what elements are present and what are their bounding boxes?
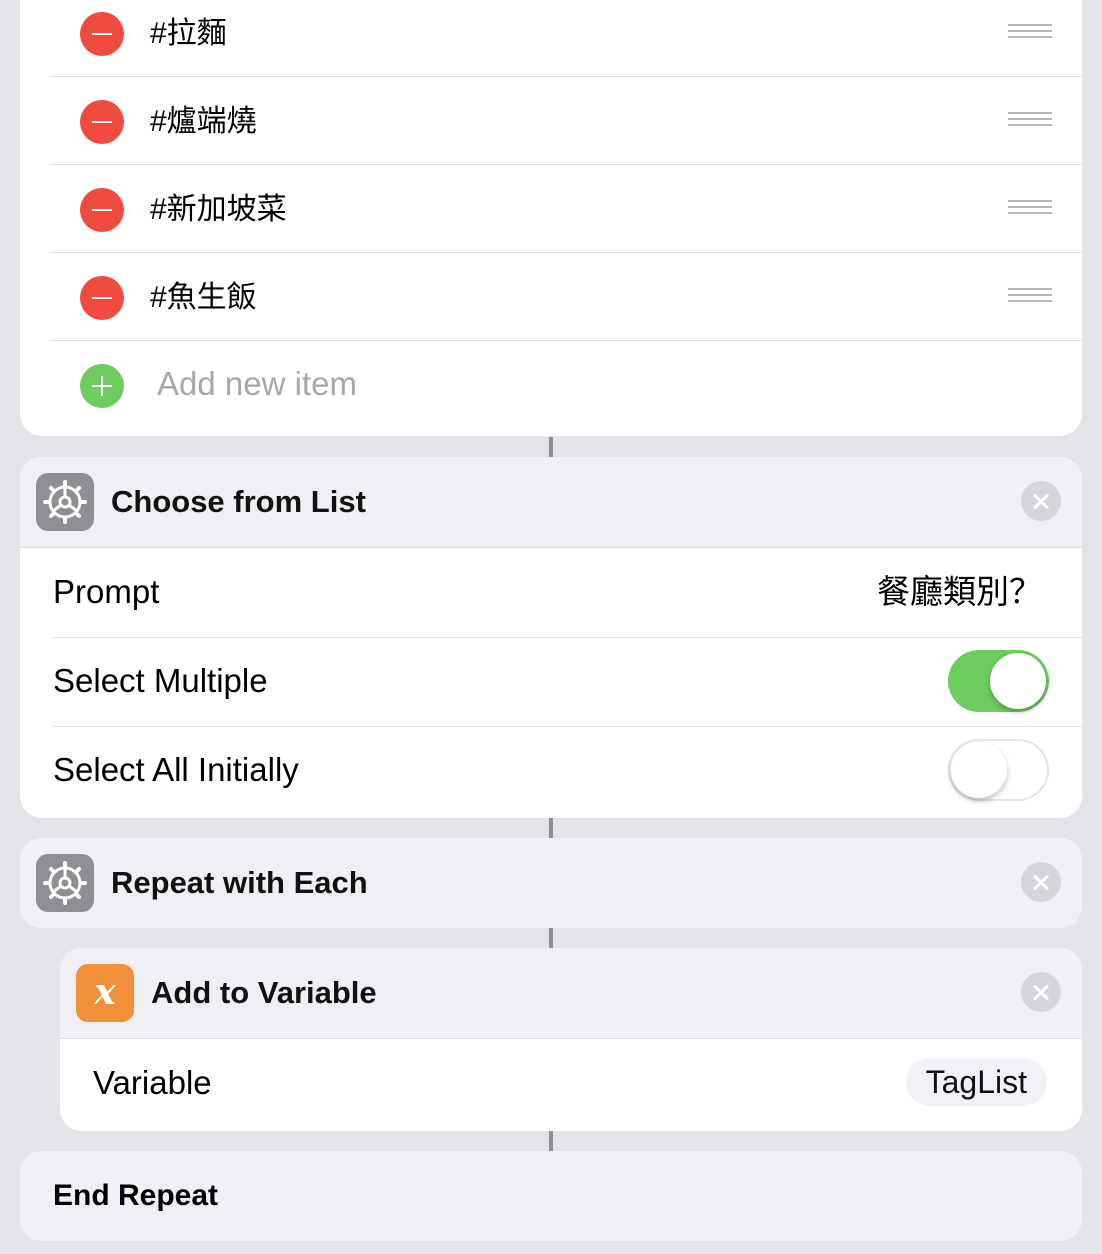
add-item-input[interactable]: Add new item bbox=[157, 362, 357, 406]
list-item[interactable]: #爐端燒 bbox=[50, 76, 1082, 165]
prompt-label: Prompt bbox=[53, 573, 160, 610]
action-title: Choose from List bbox=[111, 484, 366, 519]
gear-icon bbox=[36, 473, 94, 531]
remove-item-button[interactable] bbox=[80, 188, 124, 232]
reorder-grip-icon[interactable] bbox=[1008, 200, 1052, 216]
list-item-label: #新加坡菜 bbox=[150, 193, 287, 226]
action-header: Choose from List bbox=[20, 457, 1082, 548]
list-item[interactable]: #拉麵 bbox=[50, 0, 1082, 77]
toggle-knob bbox=[990, 653, 1046, 709]
variable-label: Variable bbox=[93, 1064, 212, 1101]
list-item-label: #爐端燒 bbox=[150, 105, 257, 138]
add-to-variable-action: x Add to Variable Variable TagList bbox=[60, 948, 1082, 1131]
select-all-label: Select All Initially bbox=[53, 751, 299, 788]
action-title: Repeat with Each bbox=[111, 865, 368, 900]
prompt-value[interactable]: 餐廳類別？ bbox=[877, 572, 1042, 612]
variable-row: Variable TagList bbox=[93, 1039, 1082, 1128]
remove-action-button[interactable] bbox=[1021, 481, 1061, 521]
flow-connector bbox=[549, 818, 553, 838]
end-repeat-action: End Repeat bbox=[20, 1151, 1082, 1241]
end-repeat-label: End Repeat bbox=[53, 1179, 219, 1212]
reorder-grip-icon[interactable] bbox=[1008, 112, 1052, 128]
action-title: Add to Variable bbox=[151, 975, 377, 1010]
list-item-label: #拉麵 bbox=[150, 17, 227, 50]
variable-glyph: x bbox=[94, 971, 116, 1013]
remove-action-button[interactable] bbox=[1021, 972, 1061, 1012]
select-all-toggle[interactable] bbox=[948, 739, 1049, 801]
select-multiple-toggle[interactable] bbox=[948, 650, 1049, 712]
prompt-row[interactable]: Prompt 餐廳類別？ bbox=[53, 548, 1082, 638]
reorder-grip-icon[interactable] bbox=[1008, 288, 1052, 304]
flow-connector bbox=[549, 437, 553, 457]
remove-item-button[interactable] bbox=[80, 12, 124, 56]
select-multiple-row: Select Multiple bbox=[53, 637, 1082, 727]
select-all-row: Select All Initially bbox=[53, 726, 1082, 815]
variable-token[interactable]: TagList bbox=[905, 1058, 1047, 1106]
toggle-knob bbox=[951, 742, 1007, 798]
reorder-grip-icon[interactable] bbox=[1008, 24, 1052, 40]
choose-from-list-action: Choose from List Prompt 餐廳類別？ Select Mul… bbox=[20, 457, 1082, 818]
action-header: x Add to Variable bbox=[60, 948, 1082, 1039]
action-header: Repeat with Each bbox=[20, 838, 1082, 928]
add-item-button[interactable] bbox=[80, 364, 124, 408]
list-item[interactable]: #魚生飯 bbox=[50, 252, 1082, 341]
gear-icon bbox=[36, 854, 94, 912]
remove-item-button[interactable] bbox=[80, 276, 124, 320]
remove-item-button[interactable] bbox=[80, 100, 124, 144]
flow-connector bbox=[549, 928, 553, 948]
select-multiple-label: Select Multiple bbox=[53, 662, 268, 699]
list-card: #拉麵 #爐端燒 #新加坡菜 #魚生飯 Add new item bbox=[20, 0, 1082, 436]
add-item-row[interactable]: Add new item bbox=[50, 340, 1082, 428]
variable-x-icon: x bbox=[76, 964, 134, 1022]
list-item[interactable]: #新加坡菜 bbox=[50, 164, 1082, 253]
remove-action-button[interactable] bbox=[1021, 862, 1061, 902]
list-item-label: #魚生飯 bbox=[150, 281, 257, 314]
repeat-with-each-action: Repeat with Each bbox=[20, 838, 1082, 928]
flow-connector bbox=[549, 1131, 553, 1151]
